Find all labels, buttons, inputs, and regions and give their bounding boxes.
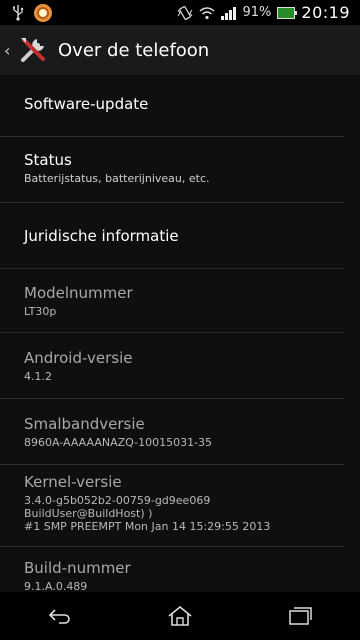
home-icon bbox=[168, 605, 192, 626]
wifi-icon bbox=[200, 6, 215, 19]
home-button[interactable] bbox=[150, 592, 210, 640]
up-chevron-icon[interactable]: ‹ bbox=[4, 41, 14, 60]
clock: 20:19 bbox=[301, 3, 350, 22]
recent-apps-button[interactable] bbox=[270, 592, 330, 640]
back-button[interactable] bbox=[30, 592, 90, 640]
item-title: Modelnummer bbox=[24, 284, 133, 302]
item-subtitle: LT30p bbox=[24, 305, 57, 318]
list-item-baseband-version: Smalbandversie 8960A-AAAAANAZQ-10015031-… bbox=[0, 399, 344, 465]
list-item-software-update[interactable]: Software-update bbox=[0, 75, 344, 137]
status-bar: 91% 20:19 bbox=[0, 0, 360, 25]
list-item-build-number[interactable]: Build-nummer 9.1.A.0.489 bbox=[0, 547, 344, 593]
item-title: Build-nummer bbox=[24, 559, 131, 577]
item-title: Android-versie bbox=[24, 349, 133, 367]
list-item-model-number: Modelnummer LT30p bbox=[0, 269, 344, 333]
item-title: Juridische informatie bbox=[24, 227, 179, 245]
recent-apps-icon bbox=[289, 607, 312, 625]
item-subtitle: Batterijstatus, batterijniveau, etc. bbox=[24, 172, 210, 185]
item-subtitle-line-3: #1 SMP PREEMPT Mon Jan 14 15:29:55 2013 bbox=[24, 520, 271, 533]
item-subtitle-line-2: BuildUser@BuildHost) ) bbox=[24, 507, 153, 520]
item-title: Software-update bbox=[24, 95, 149, 113]
item-title: Kernel-versie bbox=[24, 473, 122, 491]
list-item-status[interactable]: Status Batterijstatus, batterijniveau, e… bbox=[0, 137, 344, 203]
action-bar: ‹ Over de telefoon bbox=[0, 25, 360, 76]
app-notification-icon bbox=[34, 3, 52, 22]
list-item-legal-info[interactable]: Juridische informatie bbox=[0, 203, 344, 269]
usb-icon bbox=[13, 4, 24, 21]
notification-icons bbox=[0, 3, 52, 22]
item-subtitle: 4.1.2 bbox=[24, 370, 52, 383]
battery-icon bbox=[277, 6, 298, 19]
item-title: Smalbandversie bbox=[24, 415, 145, 433]
settings-list: Software-update Status Batterijstatus, b… bbox=[0, 75, 360, 593]
item-subtitle: 8960A-AAAAANAZQ-10015031-35 bbox=[24, 436, 213, 449]
vibrate-icon bbox=[178, 5, 193, 20]
page-title: Over de telefoon bbox=[58, 39, 210, 61]
item-title: Status bbox=[24, 151, 72, 169]
item-subtitle-line-1: 3.4.0-g5b052b2-00759-gd9ee069 bbox=[24, 494, 211, 507]
navigation-bar bbox=[0, 592, 360, 640]
signal-icon bbox=[221, 6, 237, 20]
tools-icon[interactable] bbox=[16, 33, 50, 67]
list-item-kernel-version: Kernel-versie 3.4.0-g5b052b2-00759-gd9ee… bbox=[0, 465, 344, 547]
system-indicators: 91% 20:19 bbox=[177, 3, 360, 22]
list-item-android-version[interactable]: Android-versie 4.1.2 bbox=[0, 333, 344, 399]
back-icon bbox=[48, 609, 70, 624]
battery-percent: 91% bbox=[242, 5, 272, 20]
